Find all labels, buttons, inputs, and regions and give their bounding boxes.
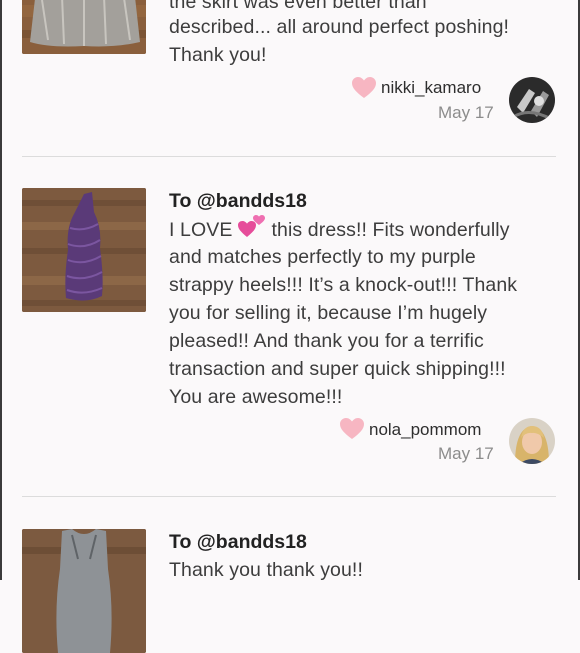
purple-dress-photo-icon [22,188,146,312]
review-divider [22,496,556,497]
review-2-text-line-5: pleased!! And thank you for a terrific [169,330,484,352]
review-2-text-line-6: transaction and super quick shipping!!! [169,358,506,380]
review-2-text-rest: this dress!! Fits wonderfully [266,219,510,241]
review-2-date: May 17 [438,444,494,463]
two-hearts-emoji-icon [238,215,265,237]
nail-art-avatar-icon [509,77,555,123]
review-2-text-line-7: You are awesome!!! [169,386,343,408]
review-1-item-photo[interactable] [22,0,146,54]
review-divider [22,156,556,157]
heart-icon [352,77,376,99]
review-2-username[interactable]: nola_pommom [369,420,481,440]
review-2-avatar[interactable] [509,418,555,464]
gray-dress-photo-icon [22,529,146,653]
review-1-text-line-2: described... all around perfect poshing! [169,16,510,38]
review-1-username[interactable]: nikki_kamaro [381,78,481,98]
gray-skirt-photo-icon [22,0,146,54]
review-3-item-photo[interactable] [22,529,146,653]
review-2-item-photo[interactable] [22,188,146,312]
review-2-text-line-1: I LOVE this dress!! Fits wonderfully [169,215,510,244]
left-frame-border [0,0,2,580]
review-1-text-line-3: Thank you! [169,44,267,66]
heart-icon [340,418,364,440]
review-1-avatar[interactable] [509,77,555,123]
blonde-woman-avatar-icon [509,418,555,464]
review-1-date: May 17 [438,103,494,122]
review-2-recipient[interactable]: To @bandds18 [169,187,307,215]
review-2-text-line-2: and matches perfectly to my purple [169,246,476,268]
review-2-text-line-4: you for selling it, because I’m hugely [169,302,488,324]
review-2-text-start: I LOVE [169,219,233,241]
review-3-recipient[interactable]: To @bandds18 [169,528,307,556]
review-2-text-line-3: strappy heels!!! It’s a knock-out!!! Tha… [169,274,518,296]
